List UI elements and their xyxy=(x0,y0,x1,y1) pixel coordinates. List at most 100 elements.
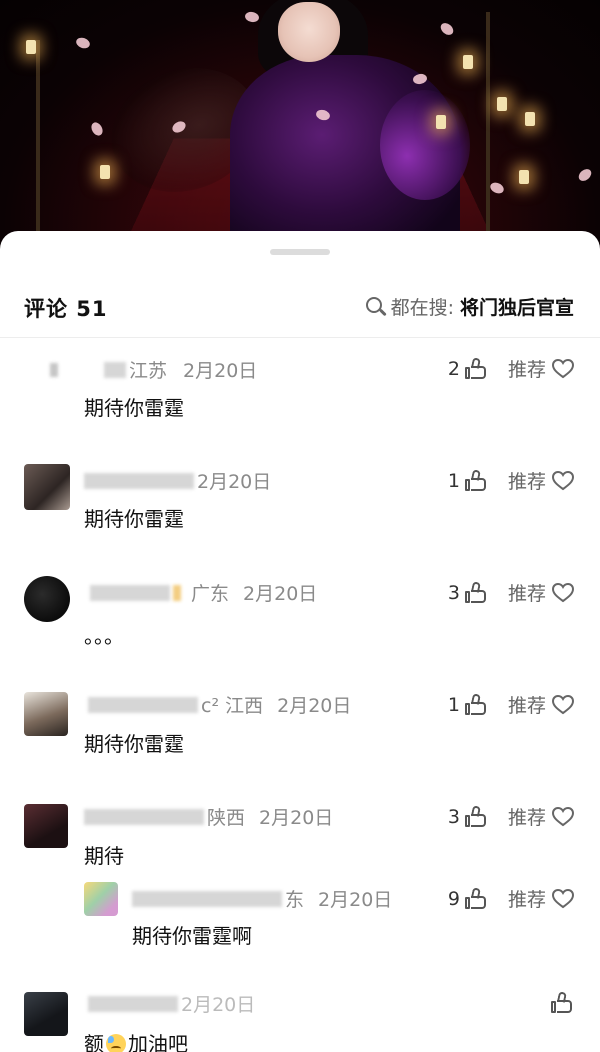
recommend-label[interactable]: 推荐 xyxy=(508,885,546,912)
comment-date: 2月20日 xyxy=(197,471,272,493)
blurred-username xyxy=(88,696,198,713)
petal xyxy=(89,120,105,138)
header-divider xyxy=(0,337,600,338)
comment-text: 期待你雷霆 xyxy=(84,507,184,531)
comment-location: 广东 xyxy=(191,583,230,605)
comment-text: 。。。 xyxy=(84,624,124,648)
like-count: 3 xyxy=(447,805,460,828)
comment-date: 2月20日 xyxy=(243,583,318,605)
candle xyxy=(463,55,473,69)
figure-sleeve xyxy=(380,90,470,200)
thumbs-up-icon[interactable] xyxy=(464,468,488,492)
comment-meta: 2月20日 xyxy=(84,467,271,494)
comment-text-start: 额 xyxy=(84,1032,104,1052)
recommend-label[interactable]: 推荐 xyxy=(508,803,546,830)
comment-actions: 9 推荐 xyxy=(448,885,574,912)
comment-meta: 东 2月20日 xyxy=(132,885,392,912)
like-count: 9 xyxy=(447,887,460,910)
heart-icon[interactable] xyxy=(552,888,574,909)
heart-icon[interactable] xyxy=(552,694,574,715)
recommend-label[interactable]: 推荐 xyxy=(508,579,546,606)
comment-actions: 3 推荐 xyxy=(448,803,574,830)
like-count: 3 xyxy=(447,581,460,604)
candle xyxy=(519,170,529,184)
comment-header: 评论 51 都在搜: 将门独后官宣 xyxy=(0,289,600,329)
comment-actions: 1 推荐 xyxy=(448,467,574,494)
petal xyxy=(244,10,260,24)
petal xyxy=(74,35,92,51)
like-count: 1 xyxy=(447,693,460,716)
thumbs-up-icon[interactable] xyxy=(464,886,488,910)
avatar[interactable] xyxy=(24,804,68,848)
heart-icon[interactable] xyxy=(552,358,574,379)
petal xyxy=(438,20,456,38)
avatar[interactable] xyxy=(24,992,68,1036)
drag-handle[interactable] xyxy=(270,249,330,255)
thumbs-up-icon[interactable] xyxy=(464,356,488,380)
blurred-avatar xyxy=(50,362,58,377)
heart-icon[interactable] xyxy=(552,470,574,491)
blurred-badge xyxy=(173,584,181,601)
figure-face xyxy=(278,2,340,62)
comment-actions xyxy=(550,991,574,1014)
candle xyxy=(436,115,446,129)
cover-image xyxy=(0,0,600,250)
thumbs-up-icon[interactable] xyxy=(464,804,488,828)
avatar[interactable] xyxy=(84,882,118,916)
comment-date: 2月20日 xyxy=(277,695,352,717)
blurred-username xyxy=(90,584,170,601)
candle-stand-right xyxy=(486,12,490,232)
comment-text: 期待你雷霆 xyxy=(84,396,184,420)
search-icon xyxy=(365,296,387,318)
comment-text: 期待 xyxy=(84,844,124,868)
search-prefix: 都在搜: xyxy=(390,297,454,319)
comment-date: 2月20日 xyxy=(259,807,334,829)
comment-meta: c² 江西 2月20日 xyxy=(88,691,351,718)
comment-meta: 广东 2月20日 xyxy=(90,579,317,606)
like-count: 2 xyxy=(447,357,460,380)
petal xyxy=(488,180,506,196)
comment-text-end: 加油吧 xyxy=(128,1032,188,1052)
blurred-username xyxy=(84,808,204,825)
comment-location: 东 xyxy=(285,889,305,911)
comment-actions: 2 推荐 xyxy=(448,355,574,382)
blurred-username xyxy=(132,890,282,907)
thumbs-up-icon[interactable] xyxy=(464,580,488,604)
comment-location: c² 江西 xyxy=(201,695,264,717)
comment-meta: 陕西 2月20日 xyxy=(84,803,333,830)
avatar[interactable] xyxy=(24,576,70,622)
candle xyxy=(26,40,36,54)
comment-meta: 2月20日 xyxy=(88,990,255,1017)
sweat-emoji-icon xyxy=(106,1034,126,1052)
comment-date: 2月20日 xyxy=(183,360,258,382)
petal xyxy=(576,166,594,184)
comment-location: 江苏 xyxy=(129,360,168,382)
comment-location: 陕西 xyxy=(207,807,246,829)
heart-icon[interactable] xyxy=(552,582,574,603)
recommend-label[interactable]: 推荐 xyxy=(508,467,546,494)
recommend-label[interactable]: 推荐 xyxy=(508,691,546,718)
comment-text: 期待你雷霆 xyxy=(84,732,184,756)
thumbs-up-icon[interactable] xyxy=(550,991,574,1014)
blurred-username xyxy=(104,361,126,378)
comment-text: 额 加油吧 xyxy=(84,1028,188,1052)
comment-date: 2月20日 xyxy=(318,889,393,911)
candle xyxy=(497,97,507,111)
like-count: 1 xyxy=(447,469,460,492)
comment-actions: 3 推荐 xyxy=(448,579,574,606)
comment-count-title: 评论 51 xyxy=(24,297,108,321)
avatar[interactable] xyxy=(24,464,70,510)
thumbs-up-icon[interactable] xyxy=(464,692,488,716)
comment-date: 2月20日 xyxy=(181,994,256,1016)
search-keyword[interactable]: 将门独后官宣 xyxy=(460,293,574,320)
trending-search-link[interactable]: 都在搜: 将门独后官宣 xyxy=(365,293,574,320)
candle xyxy=(525,112,535,126)
comment-meta: 江苏 2月20日 xyxy=(50,356,257,383)
recommend-label[interactable]: 推荐 xyxy=(508,355,546,382)
avatar[interactable] xyxy=(24,692,68,736)
comment-actions: 1 推荐 xyxy=(448,691,574,718)
heart-icon[interactable] xyxy=(552,806,574,827)
candle-stand-left xyxy=(36,40,40,240)
blurred-username xyxy=(88,995,178,1012)
blurred-username xyxy=(84,472,194,489)
